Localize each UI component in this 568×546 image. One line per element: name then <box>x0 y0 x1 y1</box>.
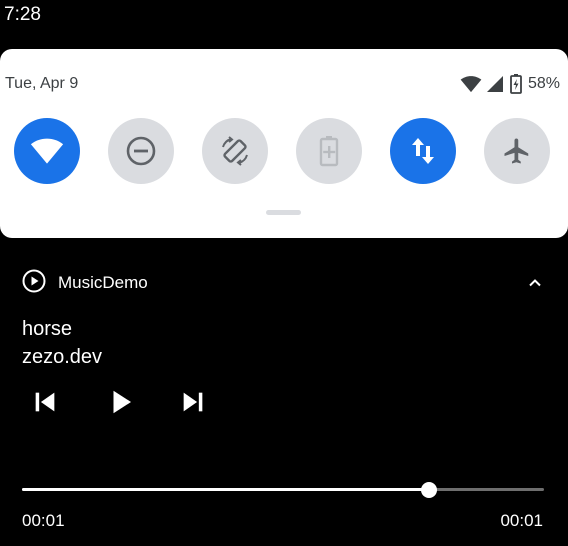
tile-mobile-data[interactable] <box>390 118 456 184</box>
quick-settings-panel: Tue, Apr 9 58% <box>0 49 568 238</box>
status-time: 7:28 <box>4 4 41 25</box>
track-title: horse <box>22 318 73 340</box>
auto-rotate-icon <box>219 135 251 167</box>
wifi-signal-icon <box>460 75 482 93</box>
tile-battery-saver[interactable] <box>296 118 362 184</box>
drag-handle[interactable] <box>266 210 301 215</box>
play-icon <box>106 387 136 422</box>
skip-next-icon <box>179 388 207 421</box>
mobile-data-icon <box>410 136 436 166</box>
track-artist: zezo.dev <box>22 346 103 368</box>
tile-wifi[interactable] <box>14 118 80 184</box>
play-circle-icon <box>22 269 46 298</box>
seek-bar[interactable] <box>22 482 544 498</box>
skip-previous-icon <box>31 388 59 421</box>
previous-button[interactable] <box>25 386 65 422</box>
status-icons: 58% <box>460 73 560 95</box>
tile-airplane-mode[interactable] <box>484 118 550 184</box>
airplane-icon <box>502 136 532 166</box>
tile-do-not-disturb[interactable] <box>108 118 174 184</box>
elapsed-time: 00:01 <box>22 511 65 530</box>
date-label[interactable]: Tue, Apr 9 <box>5 74 78 94</box>
total-time: 00:01 <box>500 511 543 530</box>
media-app-header: MusicDemo <box>22 269 148 298</box>
play-button[interactable] <box>101 386 141 422</box>
media-notification[interactable]: MusicDemo horse zezo.dev 00:01 00:01 <box>0 246 568 546</box>
media-app-name: MusicDemo <box>58 273 148 292</box>
chevron-up-icon[interactable] <box>526 274 544 292</box>
battery-percent: 58% <box>527 75 560 92</box>
notification-shade: 7:28 Tue, Apr 9 58% MusicDemo horse zezo… <box>0 0 568 546</box>
seek-progress <box>22 488 430 491</box>
battery-saver-icon <box>318 135 340 167</box>
wifi-icon <box>30 137 64 165</box>
seek-thumb[interactable] <box>421 482 438 498</box>
next-button[interactable] <box>173 386 213 422</box>
do-not-disturb-icon <box>125 135 157 167</box>
cellular-signal-icon <box>486 75 504 93</box>
battery-charging-icon <box>510 74 522 94</box>
tile-auto-rotate[interactable] <box>202 118 268 184</box>
status-bar: 7:28 <box>0 0 568 36</box>
